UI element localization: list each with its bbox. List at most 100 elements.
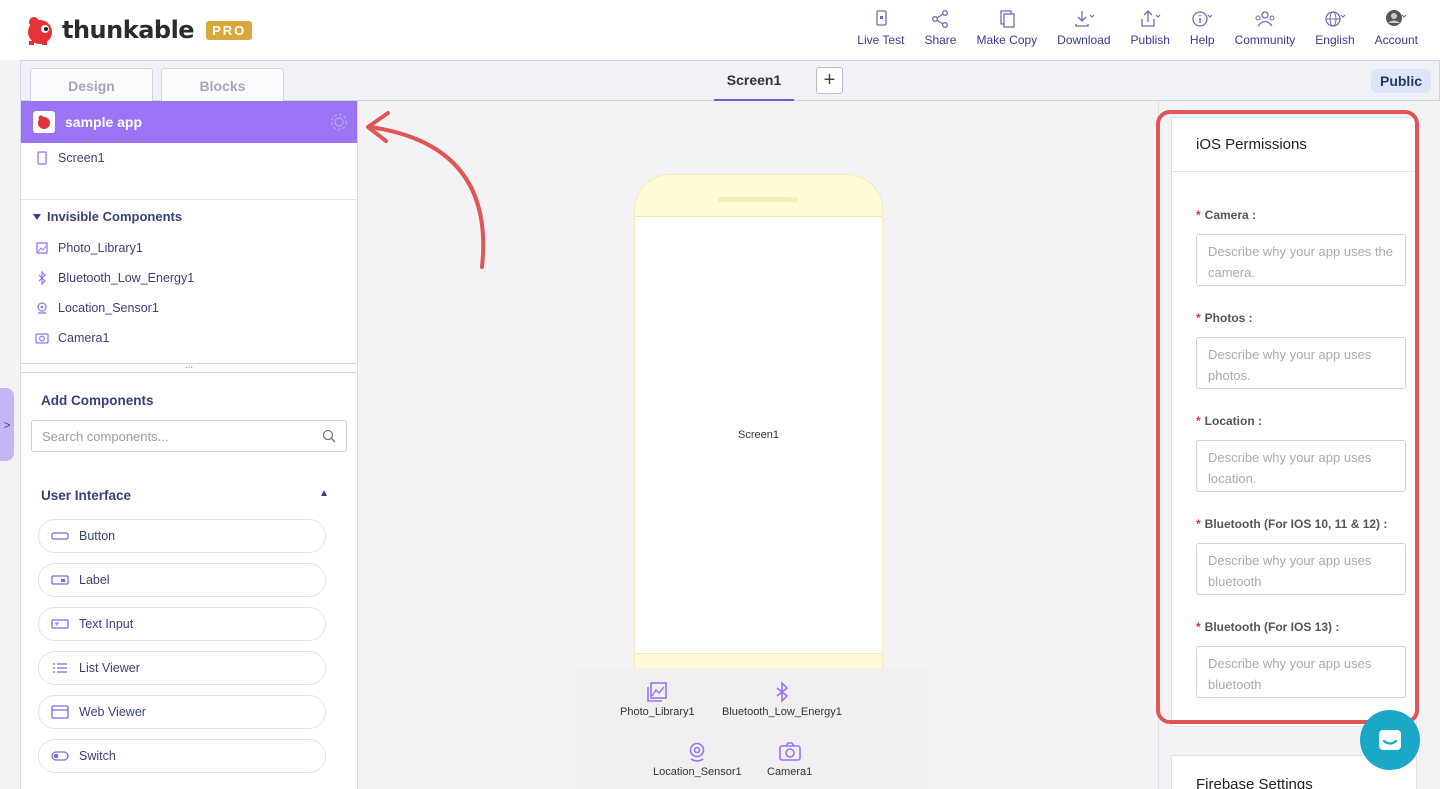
editor-tab-bar: Design Blocks Screen1 + Public bbox=[20, 60, 1440, 102]
chevron-up-icon: ▲ bbox=[319, 488, 329, 499]
publish-label: Publish bbox=[1130, 33, 1170, 47]
tray-item-photo-library[interactable]: Photo_Library1 bbox=[620, 681, 695, 718]
gear-icon[interactable] bbox=[329, 112, 349, 132]
search-components-field[interactable]: Search components... bbox=[31, 420, 347, 452]
copy-icon bbox=[1000, 10, 1015, 28]
camera-icon bbox=[778, 742, 801, 761]
photos-permission-input[interactable]: Describe why your app uses photos. bbox=[1196, 337, 1406, 389]
component-list-viewer-label: List Viewer bbox=[79, 661, 140, 675]
camera-permission-input[interactable]: Describe why your app uses the camera. bbox=[1196, 234, 1406, 286]
chat-support-button[interactable] bbox=[1360, 710, 1420, 770]
camera-permission-label: * Camera : bbox=[1196, 208, 1257, 222]
invisible-item-camera[interactable]: Camera1 bbox=[21, 323, 357, 353]
help-label: Help bbox=[1189, 33, 1215, 47]
language-button[interactable]: English bbox=[1315, 8, 1355, 47]
invisible-components-tray: Photo_Library1 Bluetooth_Low_Energy1 Loc… bbox=[577, 668, 929, 789]
bluetooth-legacy-permission-input[interactable]: Describe why your app uses bluetooth bbox=[1196, 543, 1406, 595]
component-button[interactable]: Button bbox=[38, 519, 326, 553]
button-component-icon bbox=[51, 532, 69, 540]
screen-icon bbox=[37, 151, 47, 165]
camera-icon bbox=[35, 333, 49, 344]
camera-label: Camera1 bbox=[58, 331, 110, 345]
bluetooth-legacy-permission-label: * Bluetooth (For IOS 10, 11 & 12) : bbox=[1196, 517, 1388, 531]
location-icon bbox=[690, 742, 705, 762]
bluetooth-ios13-permission-input[interactable]: Describe why your app uses bluetooth bbox=[1196, 646, 1406, 698]
component-switch[interactable]: Switch bbox=[38, 739, 326, 773]
live-test-button[interactable]: Live Test bbox=[857, 8, 904, 47]
app-header[interactable]: sample app bbox=[21, 101, 357, 143]
invisible-components-toggle[interactable]: Invisible Components bbox=[21, 200, 357, 233]
help-button[interactable]: Help bbox=[1190, 8, 1215, 47]
location-permission-input[interactable]: Describe why your app uses location. bbox=[1196, 440, 1406, 492]
screen-list-item[interactable]: Screen1 bbox=[21, 143, 357, 173]
phone-screen-label: Screen1 bbox=[738, 429, 779, 441]
tab-blocks[interactable]: Blocks bbox=[161, 68, 284, 102]
download-label: Download bbox=[1057, 33, 1111, 47]
phone-screen[interactable]: Screen1 bbox=[635, 216, 882, 654]
invisible-item-bluetooth[interactable]: Bluetooth_Low_Energy1 bbox=[21, 263, 357, 293]
add-components-title: Add Components bbox=[41, 393, 154, 408]
invisible-item-location-sensor[interactable]: Location_Sensor1 bbox=[21, 293, 357, 323]
component-web-viewer-label: Web Viewer bbox=[79, 705, 146, 719]
make-copy-button[interactable]: Make Copy bbox=[976, 8, 1037, 47]
user-interface-title: User Interface bbox=[41, 488, 132, 503]
required-asterisk: * bbox=[1196, 517, 1201, 531]
text-input-component-icon bbox=[51, 619, 69, 629]
top-bar: thunkable PRO Live Test Share Make Copy … bbox=[0, 0, 1440, 60]
tray-camera-label: Camera1 bbox=[767, 766, 813, 778]
left-panel: sample app Screen1 Invisible Components … bbox=[20, 101, 358, 789]
user-interface-section-toggle[interactable]: User Interface ▲ bbox=[21, 452, 357, 503]
chat-icon bbox=[1379, 730, 1401, 750]
panel-resize-handle[interactable]: ... bbox=[21, 361, 357, 373]
photo-library-icon bbox=[36, 242, 48, 254]
community-button[interactable]: Community bbox=[1235, 8, 1295, 47]
component-text-input[interactable]: Text Input bbox=[38, 607, 326, 641]
bluetooth-icon bbox=[776, 681, 789, 703]
location-icon bbox=[37, 302, 47, 314]
tray-item-bluetooth[interactable]: Bluetooth_Low_Energy1 bbox=[722, 681, 842, 718]
visibility-badge[interactable]: Public bbox=[1370, 69, 1431, 93]
component-label[interactable]: Label bbox=[38, 563, 326, 597]
community-icon bbox=[1255, 11, 1275, 27]
caret-down-icon bbox=[33, 213, 41, 220]
web-viewer-component-icon bbox=[51, 705, 69, 719]
publish-button[interactable]: Publish bbox=[1131, 8, 1170, 47]
required-asterisk: * bbox=[1196, 414, 1201, 428]
annotation-arrow bbox=[366, 111, 486, 269]
required-asterisk: * bbox=[1196, 208, 1201, 222]
list-viewer-component-icon bbox=[53, 663, 67, 673]
required-asterisk: * bbox=[1196, 620, 1201, 634]
tray-item-camera[interactable]: Camera1 bbox=[767, 741, 812, 778]
live-test-label: Live Test bbox=[857, 33, 905, 47]
bluetooth-label: Bluetooth_Low_Energy1 bbox=[58, 271, 195, 285]
help-icon bbox=[1192, 11, 1213, 27]
logo-text: thunkable bbox=[62, 16, 195, 44]
avatar-icon bbox=[1386, 10, 1407, 26]
publish-icon bbox=[1141, 10, 1161, 27]
location-label: Location_Sensor1 bbox=[58, 301, 159, 315]
switch-component-icon bbox=[51, 751, 69, 761]
download-button[interactable]: Download bbox=[1057, 8, 1111, 47]
app-name: sample app bbox=[65, 114, 143, 130]
photo-library-icon bbox=[647, 682, 668, 702]
photos-permission-label: * Photos : bbox=[1196, 311, 1253, 325]
download-icon bbox=[1075, 11, 1095, 27]
search-input[interactable]: Search components... bbox=[42, 429, 168, 444]
share-button[interactable]: Share bbox=[924, 8, 956, 47]
make-copy-label: Make Copy bbox=[976, 33, 1038, 47]
tab-screen1[interactable]: Screen1 bbox=[714, 61, 794, 101]
ios-permissions-card: iOS Permissions * Camera : Describe why y… bbox=[1171, 117, 1417, 727]
bluetooth-icon bbox=[38, 271, 46, 285]
search-icon bbox=[322, 429, 336, 443]
account-button[interactable]: Account bbox=[1375, 8, 1418, 47]
ios-permissions-title: iOS Permissions bbox=[1172, 118, 1416, 172]
component-list-viewer[interactable]: List Viewer bbox=[38, 651, 326, 685]
add-screen-button[interactable]: + bbox=[816, 67, 843, 94]
screen-name: Screen1 bbox=[58, 151, 105, 165]
invisible-item-photo-library[interactable]: Photo_Library1 bbox=[21, 233, 357, 263]
tray-item-location-sensor[interactable]: Location_Sensor1 bbox=[653, 741, 742, 778]
tab-design[interactable]: Design bbox=[30, 68, 153, 102]
thunkable-logo[interactable]: thunkable PRO bbox=[24, 14, 253, 46]
component-web-viewer[interactable]: Web Viewer bbox=[38, 695, 326, 729]
sidebar-expand-toggle[interactable]: > bbox=[0, 388, 14, 461]
